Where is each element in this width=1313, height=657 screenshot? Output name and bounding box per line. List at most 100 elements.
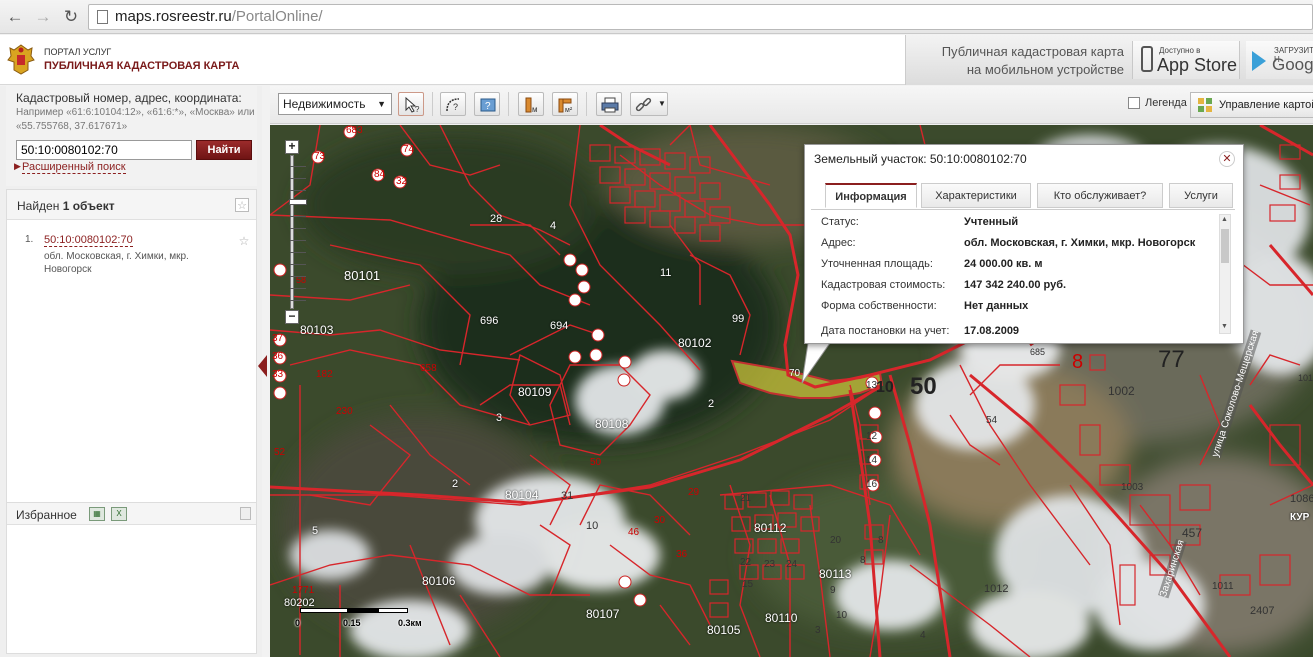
mobile-promo-text[interactable]: Публичная кадастровая карта на мобильном… (918, 43, 1124, 79)
tab-services[interactable]: Услуги (1169, 183, 1233, 208)
svg-text:?: ? (453, 102, 458, 112)
number-label: 20 (830, 535, 842, 546)
number-label: 3 (815, 625, 821, 636)
link-button[interactable]: ▼ (630, 92, 668, 116)
favorites-header: Избранное ▦ X (7, 503, 256, 525)
info-value: 24 000.00 кв. м (964, 258, 1043, 270)
tab-who-serves[interactable]: Кто обслуживает? (1037, 183, 1163, 208)
collapse-panel-handle[interactable] (258, 355, 267, 377)
emblem-icon (7, 44, 35, 75)
district-label: 80101 (344, 268, 381, 283)
portal-title[interactable]: ПУБЛИЧНАЯ КАДАСТРОВАЯ КАРТА (44, 60, 239, 72)
zoom-slider-handle[interactable] (289, 199, 307, 205)
zoom-tick (290, 178, 306, 179)
popup-info-body: Статус: Учтенный Адрес: обл. Московская,… (811, 209, 1235, 337)
number-label: 52 (274, 447, 286, 458)
import-icon[interactable]: ▦ (89, 507, 105, 521)
google-label: Google (1272, 55, 1313, 74)
google-play-button[interactable]: ЗАГРУЗИТЕ Н Google (1246, 41, 1313, 79)
appstore-button[interactable]: Доступно в App Store (1132, 41, 1240, 79)
search-box: Кадастровый номер, адрес, координата: На… (6, 86, 257, 186)
layer-select[interactable]: Недвижимость ▼ (278, 93, 392, 115)
area-info-button[interactable]: ? (440, 92, 466, 116)
help-box-icon: ? (480, 98, 496, 112)
scale-segment (348, 608, 378, 613)
info-value: Учтенный (964, 216, 1019, 228)
number-label: 683 (346, 125, 363, 136)
zoom-control: + − (285, 140, 307, 325)
toolbar-separator (432, 92, 433, 116)
print-button[interactable] (596, 92, 622, 116)
district-label: 80105 (707, 623, 741, 637)
number-label: 36 (272, 351, 284, 362)
measure-length-button[interactable]: м (518, 92, 544, 116)
popup-title: Земельный участок: 50:10:0080102:70 (814, 152, 1027, 166)
results-title: Найден 1 объект (17, 199, 115, 213)
star-icon[interactable]: ☆ (235, 198, 249, 212)
search-input[interactable] (16, 140, 192, 160)
result-address: обл. Московская, г. Химки, мкр. Новогорс… (44, 251, 189, 275)
help-button[interactable]: ? (474, 92, 500, 116)
tab-info[interactable]: Информация (825, 183, 917, 208)
identify-tool-button[interactable]: ? (398, 92, 424, 116)
search-button[interactable]: Найти (196, 140, 252, 160)
star-icon[interactable]: ☆ (237, 234, 251, 248)
mobile-line-2: на мобильном устройстве (966, 62, 1124, 77)
district-label: 80113 (819, 567, 852, 581)
number-label: 24 (786, 559, 798, 570)
manage-map-button[interactable]: Управление картой (1190, 92, 1313, 118)
district-label: 80107 (586, 607, 620, 621)
dropdown-arrow-icon: ▼ (658, 99, 666, 108)
number-label: 46 (628, 527, 640, 538)
district-label: 80109 (518, 385, 552, 399)
number-label: 84 (374, 169, 386, 180)
scroll-down-icon[interactable]: ▼ (1221, 323, 1228, 330)
zoom-tick (290, 276, 306, 277)
trash-icon[interactable] (240, 507, 251, 520)
advanced-search-link[interactable]: Расширенный поиск (22, 161, 126, 174)
zoom-out-button[interactable]: − (285, 310, 299, 324)
number-label: 694 (550, 320, 569, 332)
scroll-up-icon[interactable]: ▲ (1221, 216, 1228, 223)
number-label: 22 (740, 557, 752, 568)
measure-area-button[interactable]: м² (552, 92, 578, 116)
layer-select-value: Недвижимость (283, 97, 366, 111)
close-icon[interactable]: ✕ (1219, 151, 1235, 167)
zoom-tick (290, 190, 306, 191)
number-label: 1002 (1108, 384, 1135, 398)
back-icon[interactable]: ← (4, 6, 26, 28)
tab-characteristics[interactable]: Характеристики (921, 183, 1031, 208)
triangle-right-icon: ▶ (14, 161, 21, 171)
scale-segment (378, 608, 408, 613)
scrollbar-thumb[interactable] (1221, 229, 1229, 263)
result-number: 1. (25, 234, 34, 245)
info-value: 147 342 240.00 руб. (964, 279, 1067, 291)
number-label: 2 (452, 478, 459, 490)
zoom-slider[interactable] (289, 155, 307, 309)
grid-icon (1198, 98, 1212, 112)
zoom-in-button[interactable]: + (285, 140, 299, 154)
forward-icon[interactable]: → (32, 6, 54, 28)
popup-scrollbar[interactable]: ▲ ▼ (1219, 214, 1231, 334)
number-label: 15 (742, 579, 754, 590)
number-label: 1011 (1212, 581, 1234, 592)
appstore-small-label: Доступно в (1159, 46, 1201, 55)
export-excel-icon[interactable]: X (111, 507, 127, 521)
number-label: 30 (654, 515, 666, 526)
number-label: 10 (586, 520, 599, 532)
legend-checkbox[interactable] (1128, 97, 1140, 109)
scale-label: 0 (295, 618, 301, 628)
scale-label: 0.3км (398, 618, 422, 628)
number-label: 33 (272, 369, 284, 380)
number-label: 101 (1298, 373, 1313, 383)
address-bar[interactable]: maps.rosreestr.ru/PortalOnline/ (88, 4, 1313, 30)
list-item[interactable]: 1. 50:10:0080102:70 ☆ обл. Московская, г… (7, 230, 256, 290)
phone-icon (1141, 46, 1153, 72)
info-value: обл. Московская, г. Химки, мкр. Новогорс… (964, 237, 1196, 249)
number-label: 23 (764, 559, 776, 570)
result-link[interactable]: 50:10:0080102:70 (44, 234, 133, 247)
big-number-label: 77 (1158, 346, 1185, 373)
area-ruler-icon: м² (558, 98, 573, 114)
browser-toolbar: ← → ↻ maps.rosreestr.ru/PortalOnline/ (0, 0, 1313, 34)
reload-icon[interactable]: ↻ (60, 6, 82, 28)
